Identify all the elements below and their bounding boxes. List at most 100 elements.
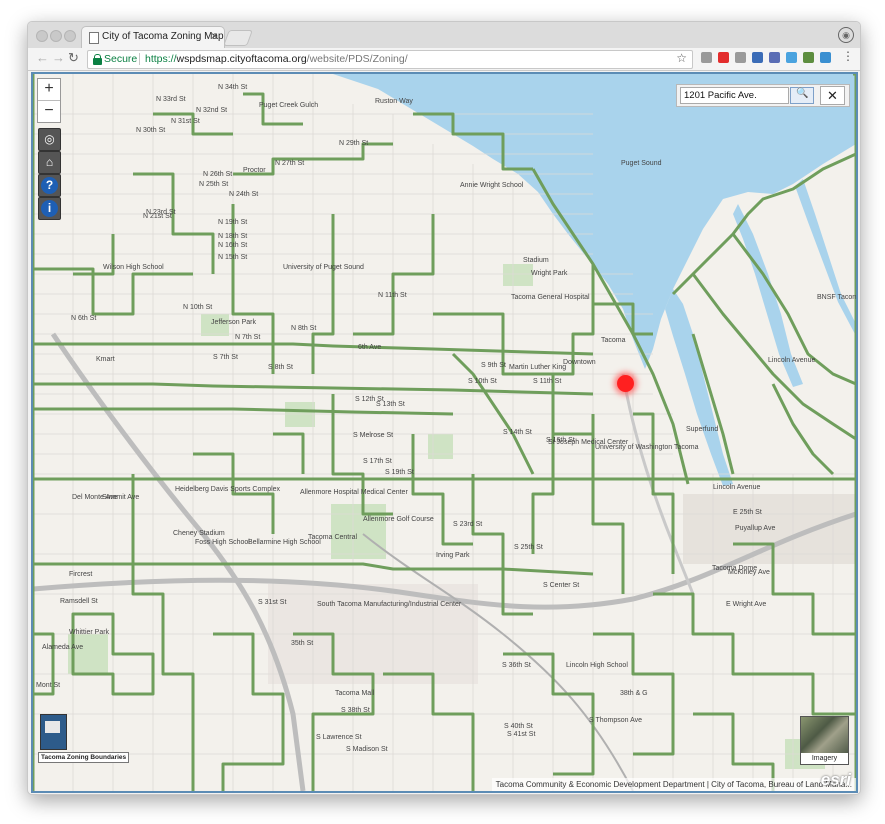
bank-icon[interactable] [752,52,763,63]
search-button[interactable]: 🔍 [790,87,814,104]
map-label: Proctor [243,167,266,174]
info-icon: i [41,200,58,217]
map-label: Ramsdell St [60,598,98,605]
bookmark-star-icon[interactable]: ☆ [676,51,687,65]
map-label: E Wright Ave [726,601,767,608]
map-label: S 38th St [341,707,370,714]
map-label: Foss High School [195,539,250,546]
map-label: Alameda Ave [42,644,84,651]
map-label: Lincoln High School [566,662,628,669]
bookmark-icon[interactable] [803,52,814,63]
map-label: S 41st St [507,731,536,738]
map-label: 35th St [291,640,314,647]
close-window-button[interactable] [36,30,48,42]
map-label: N 16th St [218,242,248,249]
reader-icon[interactable] [735,52,746,63]
basemap-label: Imagery [801,753,848,764]
zoning-layer-thumbnail[interactable] [40,714,67,750]
translate-icon[interactable] [769,52,780,63]
map-label: 38th & G [620,690,648,697]
home-icon: ⌂ [45,155,54,169]
map-label: Puyallup Ave [735,525,776,532]
map-label: South Tacoma Manufacturing/Industrial Ce… [317,601,462,608]
map-label: McKinley Ave [728,569,770,576]
profile-icon[interactable]: ◉ [838,27,854,43]
zoom-in-button[interactable]: + [38,79,60,101]
forward-icon[interactable]: → [52,50,65,65]
map-view[interactable]: N 34th St N 33rd St N 32nd St N 31st St N 30… [31,72,858,793]
tab-close-icon[interactable]: × [211,29,218,43]
map-label: Summit Ave [102,494,140,501]
location-marker[interactable] [617,375,634,392]
legend-panel[interactable]: Tacoma Zoning Boundaries [38,712,130,766]
zoom-out-button[interactable]: − [38,101,60,122]
opera-icon[interactable] [718,52,729,63]
map-label: S Madison St [346,746,388,753]
zoom-window-button[interactable] [64,30,76,42]
address-bar[interactable]: Secure https://wspdsmap.cityoftacoma.org… [87,50,693,69]
map-label: Jefferson Park [211,319,257,326]
map-label: Martin Luther King [509,364,567,371]
map-label: S Center St [543,582,580,589]
map-label: N 32nd St [196,107,228,114]
url-text[interactable]: https://wspdsmap.cityoftacoma.org/websit… [145,53,408,65]
map-label: Superfund [686,426,719,433]
map-label: N 25th St [199,181,229,188]
legend-label: Tacoma Zoning Boundaries [38,752,130,763]
tab-city-of-tacoma[interactable]: City of Tacoma Zoning Map × [81,26,225,49]
home-button[interactable]: ⌂ [38,151,61,174]
menu-icon[interactable]: ⋮ [842,49,854,63]
map-label: N 11th St [378,292,407,299]
zoning-map-canvas[interactable] [33,74,856,791]
reload-icon[interactable]: ↻ [68,50,79,66]
locate-button[interactable]: ◎ [38,128,61,151]
map-label: BNSF Tacoma Site [817,294,858,301]
map-label: S 9th St [481,362,506,369]
map-label: Allenmore Hospital Medical Center [300,489,408,496]
map-label: Lincoln Avenue [768,357,816,364]
new-tab-button[interactable] [223,30,253,46]
park [331,504,386,559]
map-label: S 25th St [514,544,543,551]
help-button[interactable]: ? [38,174,61,197]
search-input[interactable]: 1201 Pacific Ave. [680,87,789,104]
info-button[interactable]: i [38,197,61,220]
map-label: Downtown [563,359,596,366]
map-label: 6th Ave [358,344,382,351]
map-label: Tacoma Mall [335,690,375,697]
map-label: S 14th St [503,429,532,436]
minimize-window-button[interactable] [50,30,62,42]
map-label: Fircrest [69,571,93,578]
map-label: Lincoln Avenue [713,484,761,491]
map-label: S 10th St [468,378,497,385]
attribution-text: Tacoma Community & Economic Development … [491,778,856,791]
map-label: N 26th St [203,171,233,178]
vpn-icon[interactable] [786,52,797,63]
map-label: Wilson High School [103,264,164,271]
ghostery-icon[interactable] [701,52,712,63]
map-label: N 31st St [171,118,200,125]
map-label: S 19th St [385,469,414,476]
map-label: Whittier Park [69,629,110,636]
map-label: University of Washington Tacoma [595,444,699,451]
map-label: S 36th St [502,662,531,669]
map-label: S 40th St [504,723,533,730]
map-label: N 29th St [339,140,369,147]
locate-icon: ◎ [44,132,55,146]
basemap-toggle[interactable]: Imagery [800,716,849,765]
map-label: N 7th St [235,334,261,341]
waterway-channel-3 [795,179,856,336]
script-icon[interactable] [820,52,831,63]
back-icon[interactable]: ← [36,50,49,65]
waterway-channel [665,289,733,486]
map-label: N 33rd St [156,96,186,103]
map-label: S Melrose St [353,432,394,439]
map-label: Heidelberg Davis Sports Complex [175,486,281,493]
secure-label: Secure [104,53,138,65]
map-label: S 17th St [363,458,392,465]
browser-window: City of Tacoma Zoning Map × ◉ ← → ↻ Secu… [27,21,861,795]
map-label: N 27th St [275,160,305,167]
clear-search-button[interactable]: ✕ [820,86,845,105]
imagery-thumbnail [801,717,848,753]
map-label: N 34th St [218,84,248,91]
